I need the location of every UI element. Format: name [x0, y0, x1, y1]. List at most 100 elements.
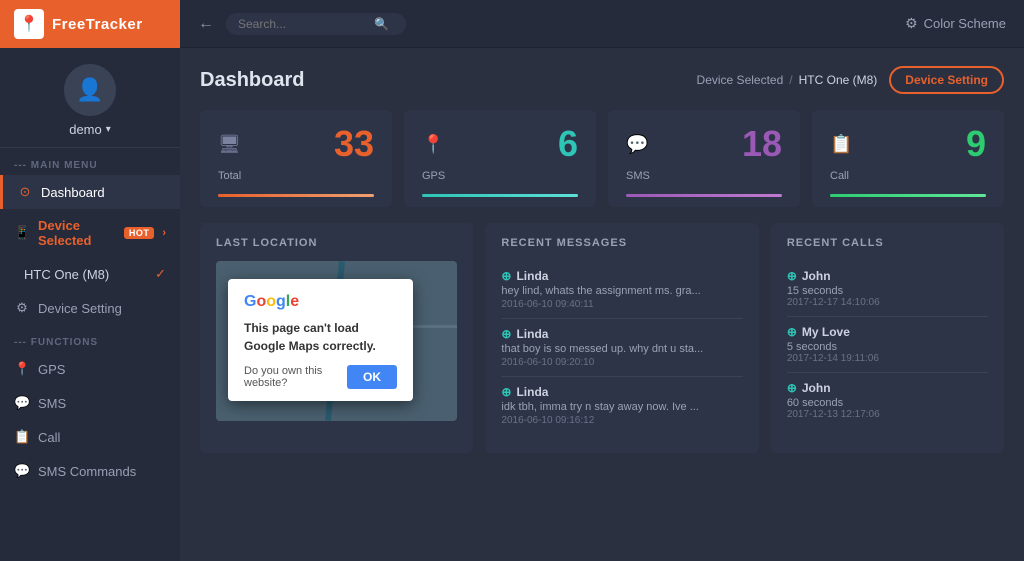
- sidebar: 📍 FreeTracker 👤 demo ▾ --- MAIN MENU ⊙ D…: [0, 0, 180, 561]
- contact-icon: ⊕: [501, 269, 511, 283]
- main-content: ← 🔍 ⚙ Color Scheme Dashboard Device Sele…: [180, 0, 1024, 561]
- sidebar-item-label: SMS Commands: [38, 464, 136, 479]
- call-duration-1: 5 seconds: [787, 341, 988, 353]
- msg-contact-0: ⊕ Linda: [501, 269, 742, 283]
- call-contact-0: ⊕ John: [787, 269, 988, 283]
- contact-icon: ⊕: [787, 325, 797, 339]
- page-title: Dashboard: [200, 69, 304, 92]
- stat-card-total: 🖥 33 Total: [200, 110, 392, 207]
- sidebar-user: 👤 demo ▾: [0, 48, 180, 148]
- contact-icon: ⊕: [501, 385, 511, 399]
- call-duration-0: 15 seconds: [787, 285, 988, 297]
- sidebar-item-sms-commands[interactable]: 💬 SMS Commands: [0, 454, 180, 488]
- color-scheme-icon: ⚙: [905, 15, 918, 32]
- call-stat-icon: 📋: [830, 134, 852, 155]
- color-scheme-label: Color Scheme: [924, 16, 1006, 31]
- breadcrumb-separator: /: [789, 73, 792, 87]
- gps-stat-icon: 📍: [422, 134, 444, 155]
- call-item-2[interactable]: ⊕ John 60 seconds 2017-12-13 12:17:06: [787, 373, 988, 428]
- call-time-2: 2017-12-13 12:17:06: [787, 409, 988, 420]
- map-container: Google This page can't load Google Maps …: [216, 261, 457, 421]
- search-box[interactable]: 🔍: [226, 13, 406, 35]
- msg-contact-1: ⊕ Linda: [501, 327, 742, 341]
- content-area: Dashboard Device Selected / HTC One (M8)…: [180, 48, 1024, 561]
- sidebar-item-label: Call: [38, 430, 60, 445]
- call-contact-2: ⊕ John: [787, 381, 988, 395]
- total-bar: [218, 194, 374, 197]
- sidebar-item-sms[interactable]: 💬 SMS: [0, 386, 180, 420]
- call-item-1[interactable]: ⊕ My Love 5 seconds 2017-12-14 19:11:06: [787, 317, 988, 373]
- user-name-row[interactable]: demo ▾: [69, 122, 111, 137]
- call-icon: 📋: [14, 429, 30, 445]
- message-item-2[interactable]: ⊕ Linda idk tbh, imma try n stay away no…: [501, 377, 742, 434]
- gps-value: 6: [558, 126, 578, 162]
- call-item-0[interactable]: ⊕ John 15 seconds 2017-12-17 14:10:06: [787, 261, 988, 317]
- google-logo: Google: [244, 293, 397, 311]
- call-contact-1: ⊕ My Love: [787, 325, 988, 339]
- message-item-0[interactable]: ⊕ Linda hey lind, whats the assignment m…: [501, 261, 742, 319]
- app-name: FreeTracker: [52, 16, 143, 33]
- call-time-1: 2017-12-14 19:11:06: [787, 353, 988, 364]
- breadcrumb-device: HTC One (M8): [799, 73, 878, 87]
- sidebar-item-label: Device Selected: [38, 218, 116, 248]
- sidebar-item-label: SMS: [38, 396, 66, 411]
- recent-calls-card: RECENT CALLS ⊕ John 15 seconds 2017-12-1…: [771, 223, 1004, 453]
- chevron-right-icon: ›: [162, 227, 166, 239]
- device-setting-button[interactable]: Device Setting: [889, 66, 1004, 94]
- sms-icon: 💬: [14, 395, 30, 411]
- stat-card-sms: 💬 18 SMS: [608, 110, 800, 207]
- dialog-message: This page can't load Google Maps correct…: [244, 319, 397, 355]
- stat-card-gps: 📍 6 GPS: [404, 110, 596, 207]
- gps-bar: [422, 194, 578, 197]
- htc-device-label: HTC One (M8): [24, 267, 109, 282]
- sidebar-item-gps[interactable]: 📍 GPS: [0, 352, 180, 386]
- sms-commands-icon: 💬: [14, 463, 30, 479]
- user-dropdown-arrow: ▾: [106, 124, 111, 135]
- gps-icon: 📍: [14, 361, 30, 377]
- sidebar-item-device-selected[interactable]: 📱 Device Selected HOT ›: [0, 209, 180, 257]
- recent-messages-title: RECENT MESSAGES: [501, 237, 742, 249]
- stat-card-call: 📋 9 Call: [812, 110, 1004, 207]
- color-scheme-button[interactable]: ⚙ Color Scheme: [905, 15, 1006, 32]
- msg-time-0: 2016-06-10 09:40:11: [501, 299, 742, 310]
- dialog-ok-button[interactable]: OK: [347, 365, 397, 389]
- last-location-card: LAST LOCATION Google This page can't loa…: [200, 223, 473, 453]
- sidebar-item-call[interactable]: 📋 Call: [0, 420, 180, 454]
- last-location-title: LAST LOCATION: [216, 237, 457, 249]
- calls-list: ⊕ John 15 seconds 2017-12-17 14:10:06 ⊕ …: [787, 261, 988, 428]
- sidebar-item-dashboard[interactable]: ⊙ Dashboard: [0, 175, 180, 209]
- device-setting-icon: ⚙: [14, 300, 30, 316]
- breadcrumb: Device Selected / HTC One (M8): [697, 73, 878, 87]
- search-input[interactable]: [238, 17, 368, 31]
- sidebar-logo: 📍 FreeTracker: [0, 0, 180, 48]
- search-icon: 🔍: [374, 17, 389, 31]
- sidebar-item-label: Dashboard: [41, 185, 105, 200]
- logo-icon: 📍: [14, 9, 44, 39]
- hot-badge: HOT: [124, 227, 155, 239]
- google-dialog: Google This page can't load Google Maps …: [228, 279, 413, 401]
- sidebar-item-htc[interactable]: HTC One (M8) ✓: [0, 257, 180, 291]
- message-item-1[interactable]: ⊕ Linda that boy is so messed up. why dn…: [501, 319, 742, 377]
- bottom-row: LAST LOCATION Google This page can't loa…: [200, 223, 1004, 453]
- msg-time-2: 2016-06-10 09:16:12: [501, 415, 742, 426]
- contact-icon: ⊕: [787, 381, 797, 395]
- sms-bar: [626, 194, 782, 197]
- topbar: ← 🔍 ⚙ Color Scheme: [180, 0, 1024, 48]
- contact-icon: ⊕: [787, 269, 797, 283]
- recent-calls-title: RECENT CALLS: [787, 237, 988, 249]
- content-header: Dashboard Device Selected / HTC One (M8)…: [200, 66, 1004, 94]
- sidebar-item-device-setting[interactable]: ⚙ Device Setting: [0, 291, 180, 325]
- sms-stat-icon: 💬: [626, 134, 648, 155]
- user-display-name: demo: [69, 122, 102, 137]
- msg-preview-2: idk tbh, imma try n stay away now. Ive .…: [501, 401, 742, 413]
- contact-icon: ⊕: [501, 327, 511, 341]
- msg-preview-0: hey lind, whats the assignment ms. gra..…: [501, 285, 742, 297]
- check-icon: ✓: [155, 266, 166, 282]
- call-time-0: 2017-12-17 14:10:06: [787, 297, 988, 308]
- stats-row: 🖥 33 Total 📍 6 GPS 💬 18 SMS: [200, 110, 1004, 207]
- back-button[interactable]: ←: [198, 15, 214, 33]
- messages-list: ⊕ Linda hey lind, whats the assignment m…: [501, 261, 742, 434]
- total-icon: 🖥: [218, 134, 241, 155]
- msg-preview-1: that boy is so messed up. why dnt u sta.…: [501, 343, 742, 355]
- total-label: Total: [218, 170, 374, 182]
